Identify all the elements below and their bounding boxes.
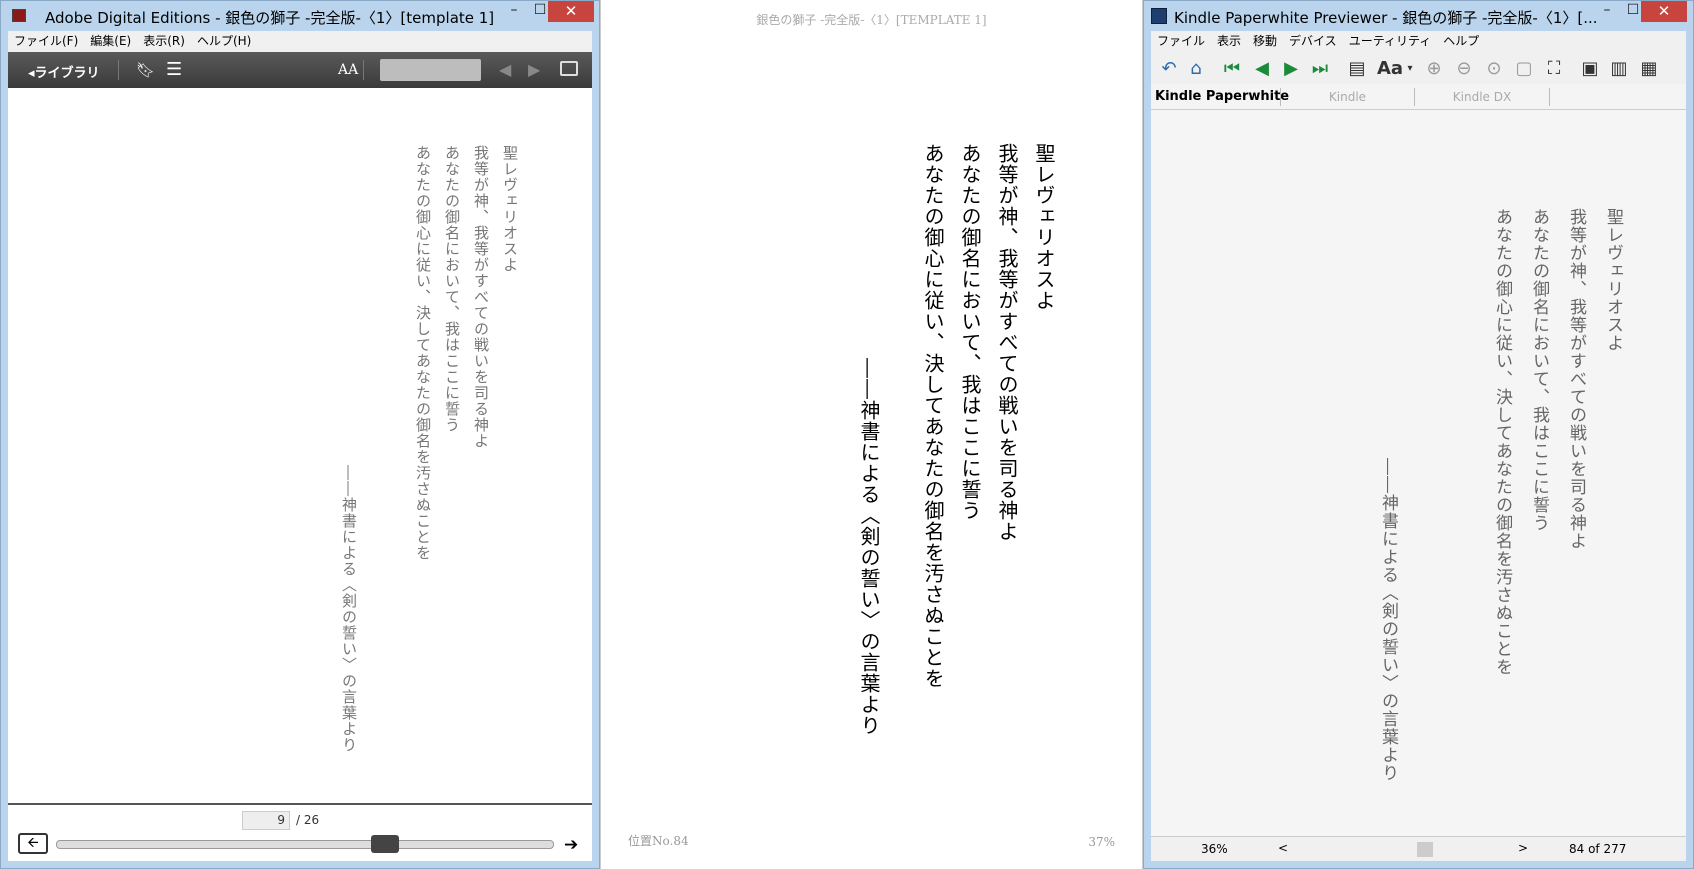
toolbar-divider: [118, 60, 119, 80]
toc-list-icon[interactable]: ☰: [166, 59, 182, 80]
middle-page: 銀色の獅子 -完全版-〈1〉[TEMPLATE 1] 聖レヴェリオスよ 我等が神…: [600, 0, 1143, 869]
kpp-toolbar: ↶ ⌂ ⏮ ◀ ▶ ⏭ ▤ Aa ▾ ⊕ ⊖ ⊙ ▢ ⛶ ▣ ▥ ▦: [1151, 52, 1686, 84]
ade-close-button[interactable]: ✕: [548, 1, 594, 22]
zoom-reset-icon[interactable]: ⊙: [1482, 57, 1506, 79]
ade-forward-arrow-icon[interactable]: ➔: [564, 835, 578, 855]
tab-kindle-dx[interactable]: Kindle DX: [1415, 90, 1549, 104]
font-dropdown-chevron-icon[interactable]: ▾: [1404, 57, 1416, 79]
next-page-icon[interactable]: ▶: [1279, 57, 1303, 79]
ade-titlebar: Adobe Digital Editions - 銀色の獅子 -完全版-〈1〉[…: [1, 1, 599, 31]
passage-line: 聖レヴェリオスよ: [501, 145, 519, 273]
prev-page-icon[interactable]: ◀: [499, 60, 511, 79]
kpp-menu-file[interactable]: ファイル: [1151, 31, 1211, 51]
toolbar-divider: [363, 60, 364, 80]
first-page-icon[interactable]: ⏮: [1220, 57, 1244, 79]
page-number-input[interactable]: 9: [242, 811, 290, 830]
fullscreen-icon[interactable]: [560, 61, 578, 76]
device-tabs: Kindle Paperwhite Kindle Kindle DX: [1151, 84, 1686, 110]
bookmark-icon[interactable]: 🔖︎: [136, 61, 155, 79]
kpp-minimize-button[interactable]: –: [1594, 1, 1620, 22]
next-page-icon[interactable]: ▶: [528, 60, 540, 79]
status-next-button[interactable]: >: [1518, 841, 1528, 855]
kpp-window-title: Kindle Paperwhite Previewer - 銀色の獅子 -完全版…: [1174, 9, 1598, 27]
kpp-titlebar: Kindle Paperwhite Previewer - 銀色の獅子 -完全版…: [1144, 1, 1693, 31]
ade-progress-track[interactable]: [56, 840, 554, 849]
ade-attribution: ――神書による〈剣の誓い〉の言葉より: [340, 465, 358, 753]
document-icon[interactable]: ▤: [1345, 57, 1369, 79]
ade-menu-file[interactable]: ファイル(F): [8, 31, 84, 51]
kpp-app-icon: [1151, 8, 1167, 24]
previous-page-icon[interactable]: ◀: [1250, 57, 1274, 79]
kpp-window: Kindle Paperwhite Previewer - 銀色の獅子 -完全版…: [1143, 0, 1694, 869]
ade-back-button[interactable]: 🡨︎: [18, 833, 48, 854]
location-label: 位置No.84: [628, 834, 689, 848]
last-page-icon[interactable]: ⏭: [1308, 57, 1332, 79]
status-prev-button[interactable]: <: [1278, 841, 1288, 855]
home-icon[interactable]: ⌂: [1184, 57, 1208, 79]
percent-label: 37%: [1088, 835, 1115, 849]
ade-window-title: Adobe Digital Editions - 銀色の獅子 -完全版-〈1〉[…: [45, 9, 495, 27]
passage-line: あなたの御名において、我はここに誓う: [1529, 208, 1549, 532]
middle-attribution: ――神書による〈剣の誓い〉の言葉より: [857, 358, 881, 736]
kpp-menu-help[interactable]: ヘルプ: [1437, 31, 1485, 51]
back-icon[interactable]: ↶: [1157, 57, 1181, 79]
page-total: / 26: [296, 813, 320, 827]
passage-line: あなたの御心に従い、決してあなたの御名を汚さぬことを: [1492, 208, 1512, 676]
ade-menu-edit[interactable]: 編集(E): [84, 31, 137, 51]
ade-minimize-button[interactable]: –: [501, 1, 527, 22]
zoom-out-icon[interactable]: ⊖: [1452, 57, 1476, 79]
kpp-passage: 聖レヴェリオスよ 我等が神、我等がすべての戦いを司る神よ あなたの御名において、…: [1483, 208, 1631, 676]
ade-menubar: ファイル(F) 編集(E) 表示(R) ヘルプ(H): [8, 31, 592, 52]
ade-bottom-bar: 9 / 26 🡨︎ ➔: [8, 803, 592, 861]
ade-toolbar: ◂ライブラリ 🔖︎ ☰ AA ◀ ▶: [8, 52, 592, 88]
passage-line: 聖レヴェリオスよ: [1032, 143, 1056, 311]
passage-line: 我等が神、我等がすべての戦いを司る神よ: [995, 143, 1019, 542]
portrait-icon[interactable]: ▣: [1578, 57, 1602, 79]
status-scroll-thumb[interactable]: [1417, 842, 1433, 857]
font-size-button[interactable]: AA: [338, 62, 358, 78]
ade-progress-thumb[interactable]: [370, 835, 399, 853]
passage-line: 我等が神、我等がすべての戦いを司る神よ: [472, 145, 490, 449]
kpp-reading-pane: 聖レヴェリオスよ 我等が神、我等がすべての戦いを司る神よ あなたの御名において、…: [1151, 110, 1686, 836]
kpp-attribution: ――神書による〈剣の誓い〉の言葉より: [1378, 458, 1398, 782]
status-percent: 36%: [1201, 842, 1228, 856]
zoom-in-icon[interactable]: ⊕: [1422, 57, 1446, 79]
kpp-menu-go[interactable]: 移動: [1247, 31, 1283, 51]
kpp-menu-device[interactable]: デバイス: [1283, 31, 1343, 51]
status-page-count: 84 of 277: [1569, 842, 1627, 856]
passage-line: あなたの御心に従い、決してあなたの御名を汚さぬことを: [414, 145, 432, 561]
kpp-menu-utility[interactable]: ユーティリティ: [1343, 31, 1438, 51]
middle-passage: 聖レヴェリオスよ 我等が神、我等がすべての戦いを司る神よ あなたの御名において、…: [914, 143, 1062, 689]
fullscreen-icon[interactable]: ⛶: [1542, 57, 1566, 79]
search-input[interactable]: [380, 59, 481, 81]
ade-app-icon: [12, 9, 26, 22]
ade-passage: 聖レヴェリオスよ 我等が神、我等がすべての戦いを司る神よ あなたの御名において、…: [408, 145, 524, 561]
passage-line: 我等が神、我等がすべての戦いを司る神よ: [1566, 208, 1586, 550]
kpp-menubar: ファイル 表示 移動 デバイス ユーティリティ ヘルプ: [1151, 31, 1686, 52]
ade-window: Adobe Digital Editions - 銀色の獅子 -完全版-〈1〉[…: [0, 0, 600, 869]
page-header: 銀色の獅子 -完全版-〈1〉[TEMPLATE 1]: [756, 13, 987, 27]
font-size-button[interactable]: Aa: [1373, 57, 1407, 79]
passage-line: あなたの御名において、我はここに誓う: [958, 143, 982, 521]
page-view-icon[interactable]: ▥: [1607, 57, 1631, 79]
calendar-view-icon[interactable]: ▦: [1637, 57, 1661, 79]
passage-line: あなたの御名において、我はここに誓う: [443, 145, 461, 433]
ade-reading-pane: 聖レヴェリオスよ 我等が神、我等がすべての戦いを司る神よ あなたの御名において、…: [8, 88, 592, 822]
library-button[interactable]: ◂ライブラリ: [28, 62, 100, 81]
passage-line: あなたの御心に従い、決してあなたの御名を汚さぬことを: [921, 143, 945, 689]
passage-line: 聖レヴェリオスよ: [1603, 208, 1623, 352]
kpp-menu-view[interactable]: 表示: [1211, 31, 1247, 51]
fit-page-icon[interactable]: ▢: [1512, 57, 1536, 79]
kpp-close-button[interactable]: ✕: [1641, 1, 1687, 22]
tab-divider: [1549, 88, 1550, 106]
ade-menu-help[interactable]: ヘルプ(H): [191, 31, 257, 51]
tab-kindle[interactable]: Kindle: [1281, 90, 1414, 104]
kpp-status-bar: 36% < > 84 of 277: [1151, 836, 1686, 861]
ade-menu-view[interactable]: 表示(R): [137, 31, 191, 51]
tab-kindle-paperwhite[interactable]: Kindle Paperwhite: [1155, 89, 1289, 104]
